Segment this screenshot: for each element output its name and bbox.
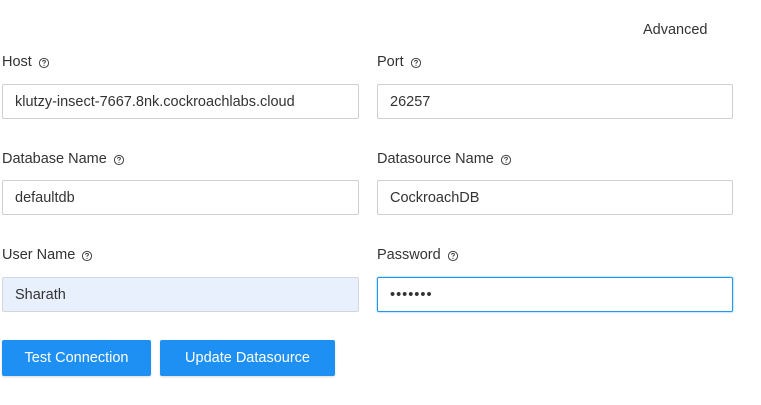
help-icon[interactable]	[500, 154, 512, 166]
user-name-label: User Name	[2, 246, 93, 264]
help-icon[interactable]	[38, 57, 50, 69]
port-input[interactable]	[377, 84, 733, 119]
help-icon[interactable]	[447, 250, 459, 262]
host-label: Host	[2, 53, 50, 71]
datasource-name-label: Datasource Name	[377, 150, 512, 168]
port-label: Port	[377, 53, 422, 71]
password-label: Password	[377, 246, 459, 264]
advanced-link[interactable]: Advanced	[643, 21, 708, 39]
port-label-text: Port	[377, 54, 404, 70]
user-name-input[interactable]	[2, 277, 359, 312]
help-icon[interactable]	[81, 250, 93, 262]
database-name-label-text: Database Name	[2, 151, 107, 167]
database-name-input[interactable]	[2, 180, 359, 215]
user-name-label-text: User Name	[2, 247, 76, 263]
datasource-name-input[interactable]	[377, 180, 733, 215]
database-name-label: Database Name	[2, 150, 125, 168]
test-connection-button[interactable]: Test Connection	[2, 340, 151, 376]
password-label-text: Password	[377, 247, 441, 263]
host-input[interactable]	[2, 84, 359, 119]
help-icon[interactable]	[113, 154, 125, 166]
datasource-name-label-text: Datasource Name	[377, 151, 494, 167]
datasource-config-form: Advanced Host Port Database Name	[0, 0, 761, 405]
password-input[interactable]	[377, 277, 733, 312]
update-datasource-button[interactable]: Update Datasource	[160, 340, 335, 376]
host-label-text: Host	[2, 54, 32, 70]
help-icon[interactable]	[410, 57, 422, 69]
